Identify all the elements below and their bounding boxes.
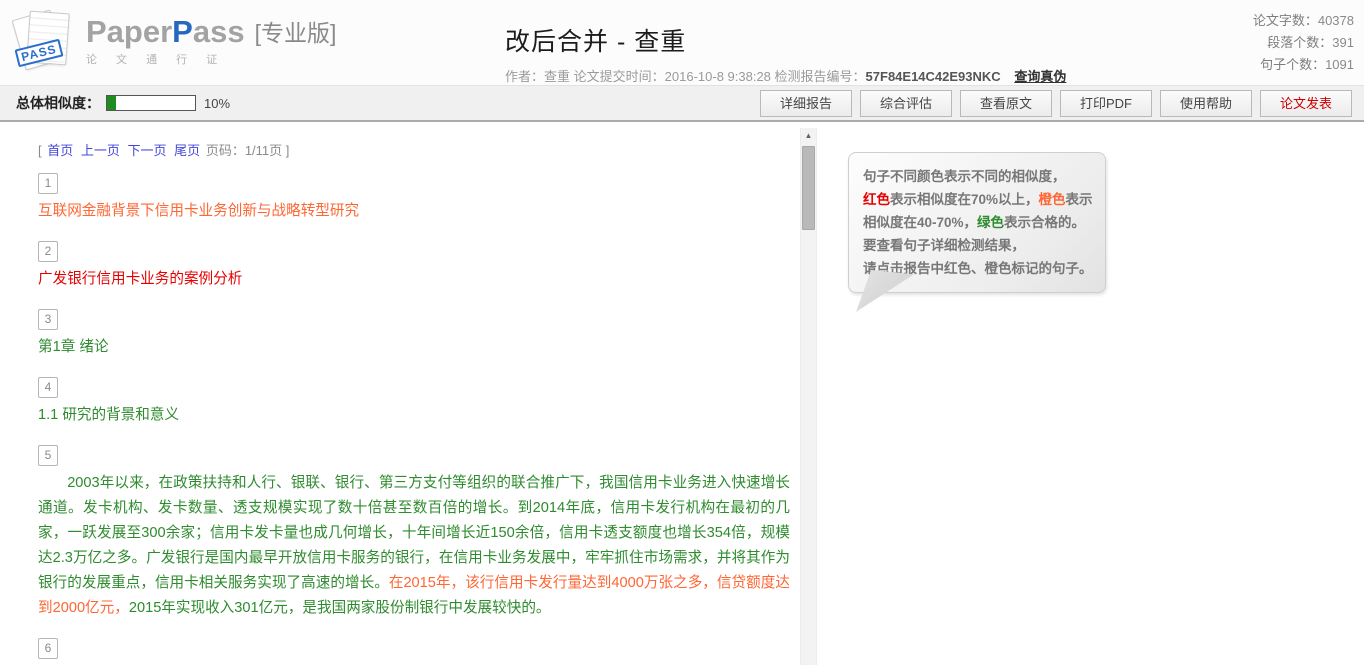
report-title: 改后合并 - 查重 [505,22,1066,58]
paragraph-block: 1 互联网金融背景下信用卡业务创新与战略转型研究 [38,173,790,224]
paragraph-number: 2 [38,241,58,262]
scrollbar-thumb[interactable] [802,146,815,230]
author-label: 作者： [505,69,544,84]
brand-wordmark: PaperPass [86,16,245,47]
paragraph-number: 3 [38,309,58,330]
legend-text-segment: 表示相似度在70%以上， [890,192,1039,207]
pagination-prev-link[interactable]: 上一页 [81,143,120,158]
sentence-segment-green: 2015年实现收入301亿元，是我国两家股份制银行中发展较快的。 [129,600,551,616]
submit-time-value: 2016-10-8 9:38:28 [665,69,775,84]
document-stats: 论文字数：40378 段落个数：391 句子个数：1091 [1253,10,1354,76]
main-area: [ 首页 上一页 下一页 尾页 页码：1/11页 ] 1 互联网金融背景下信用卡业… [0,122,1364,665]
paragraph-number: 6 [38,638,58,659]
paragraph-block: 3 第1章 绪论 [38,309,790,360]
report-title-block: 改后合并 - 查重 作者：查重 论文提交时间：2016-10-8 9:38:28… [505,22,1066,85]
detailed-report-button[interactable]: 详细报告 [760,90,852,117]
similarity-progress-bar [106,95,196,111]
paragraph-block: 4 1.1 研究的背景和意义 [38,377,790,428]
overall-evaluation-button[interactable]: 综合评估 [860,90,952,117]
brand-tagline: 论 文 通 行 证 [86,51,336,67]
paragraph-text: 1.1 研究的背景和意义 [38,403,790,428]
legend-text-segment: 要查看句子详细检测结果， [863,238,1025,253]
report-content-pane: [ 首页 上一页 下一页 尾页 页码：1/11页 ] 1 互联网金融背景下信用卡业… [0,122,800,665]
paragraph-text: 广发银行信用卡业务的案例分析 [38,267,790,292]
author-value: 查重 [544,69,574,84]
similarity-label: 总体相似度： [16,93,100,113]
legend-line: 句子不同颜色表示不同的相似度， [863,165,1091,188]
vertical-scrollbar[interactable]: ▲ [800,128,817,665]
paragraph-number: 1 [38,173,58,194]
paragraph-text: 第1章 绪论 [38,335,790,360]
paragraph-number: 4 [38,377,58,398]
word-count-row: 论文字数：40378 [1253,10,1354,32]
paragraph-number: 5 [38,445,58,466]
legend-line: 相似度在40-70%，绿色表示合格的。 [863,211,1091,234]
sentence-segment-green: 2003年以来，在政策扶持和人行、银联、银行、第三方支付等组织的联合推广下，我国… [38,475,790,591]
legend-term-red: 红色 [863,192,890,207]
similarity-value: 10% [204,96,230,111]
print-pdf-button[interactable]: 打印PDF [1060,90,1152,117]
paper-stack-icon: PASS [14,8,72,74]
sentence-count-row: 句子个数：1091 [1253,54,1354,76]
paragraph-block: 2 广发银行信用卡业务的案例分析 [38,241,790,292]
paragraph-text: 互联网金融背景下信用卡业务创新与战略转型研究 [38,199,790,224]
legend-line: 红色表示相似度在70%以上，橙色表示 [863,188,1091,211]
legend-text-segment: 句子不同颜色表示不同的相似度， [863,169,1066,184]
toolbar-buttons: 详细报告 综合评估 查看原文 打印PDF 使用帮助 论文发表 [752,90,1352,117]
scrollbar-up-arrow-icon[interactable]: ▲ [801,128,816,144]
paragraph-text: 2003年以来，在政策扶持和人行、银联、银行、第三方支付等组织的联合推广下，我国… [38,471,790,621]
paperpass-report-page: PASS PaperPass [专业版] 论 文 通 行 证 改后合并 - 查重… [0,0,1364,665]
report-no-label: 检测报告编号： [775,69,866,84]
help-button[interactable]: 使用帮助 [1160,90,1252,117]
paragraph-count-row: 段落个数：391 [1253,32,1354,54]
legend-text-segment: 表示合格的。 [1004,215,1085,230]
paragraph-list: 1 互联网金融背景下信用卡业务创新与战略转型研究 2 广发银行信用卡业务的案例分析 3 第… [38,173,790,665]
legend-term-green: 绿色 [977,215,1004,230]
paperpass-logo[interactable]: PASS PaperPass [专业版] 论 文 通 行 证 [14,8,336,74]
report-meta: 作者：查重 论文提交时间：2016-10-8 9:38:28 检测报告编号：57… [505,66,1066,85]
sentence-segment-green: 1.1 研究的背景和意义 [38,407,179,423]
sentence-segment-red[interactable]: 广发银行信用卡业务的案例分析 [38,271,242,287]
legend-text: 句子不同颜色表示不同的相似度，红色表示相似度在70%以上，橙色表示相似度在40-… [863,165,1091,280]
paragraph-block: 6随着我国经济的发展，经济发展速度正逐渐趋缓，发展方式也在发生变化，逐渐由单纯依… [38,638,790,665]
pagination-next-link[interactable]: 下一页 [128,143,167,158]
sentence-segment-green: 第1章 绪论 [38,339,109,355]
legend-term-orange: 橙色 [1039,192,1066,207]
view-original-button[interactable]: 查看原文 [960,90,1052,117]
legend-text-segment: 相似度在40-70%， [863,215,977,230]
verify-authenticity-link[interactable]: 查询真伪 [1014,69,1066,84]
paragraph-block: 5 2003年以来，在政策扶持和人行、银联、银行、第三方支付等组织的联合推广下，我… [38,445,790,621]
sentence-segment-orange[interactable]: 互联网金融背景下信用卡业务创新与战略转型研究 [38,203,359,219]
submit-time-label: 论文提交时间： [574,69,665,84]
similarity-progress-fill [107,96,116,110]
header: PASS PaperPass [专业版] 论 文 通 行 证 改后合并 - 查重… [0,0,1364,86]
toolbar: 总体相似度： 10% 详细报告 综合评估 查看原文 打印PDF 使用帮助 论文发… [0,86,1364,122]
pagination: [ 首页 上一页 下一页 尾页 页码：1/11页 ] [38,140,790,159]
edition-label: [专业版] [255,22,337,47]
pagination-first-link[interactable]: 首页 [47,143,73,158]
legend-text-segment: 表示 [1066,192,1093,207]
page-info: 页码：1/11页 [206,143,282,158]
pagination-last-link[interactable]: 尾页 [174,143,200,158]
publish-paper-button[interactable]: 论文发表 [1260,90,1352,117]
report-no-value: 57F84E14C42E93NKC [866,69,1001,84]
legend-line: 要查看句子详细检测结果， [863,234,1091,257]
